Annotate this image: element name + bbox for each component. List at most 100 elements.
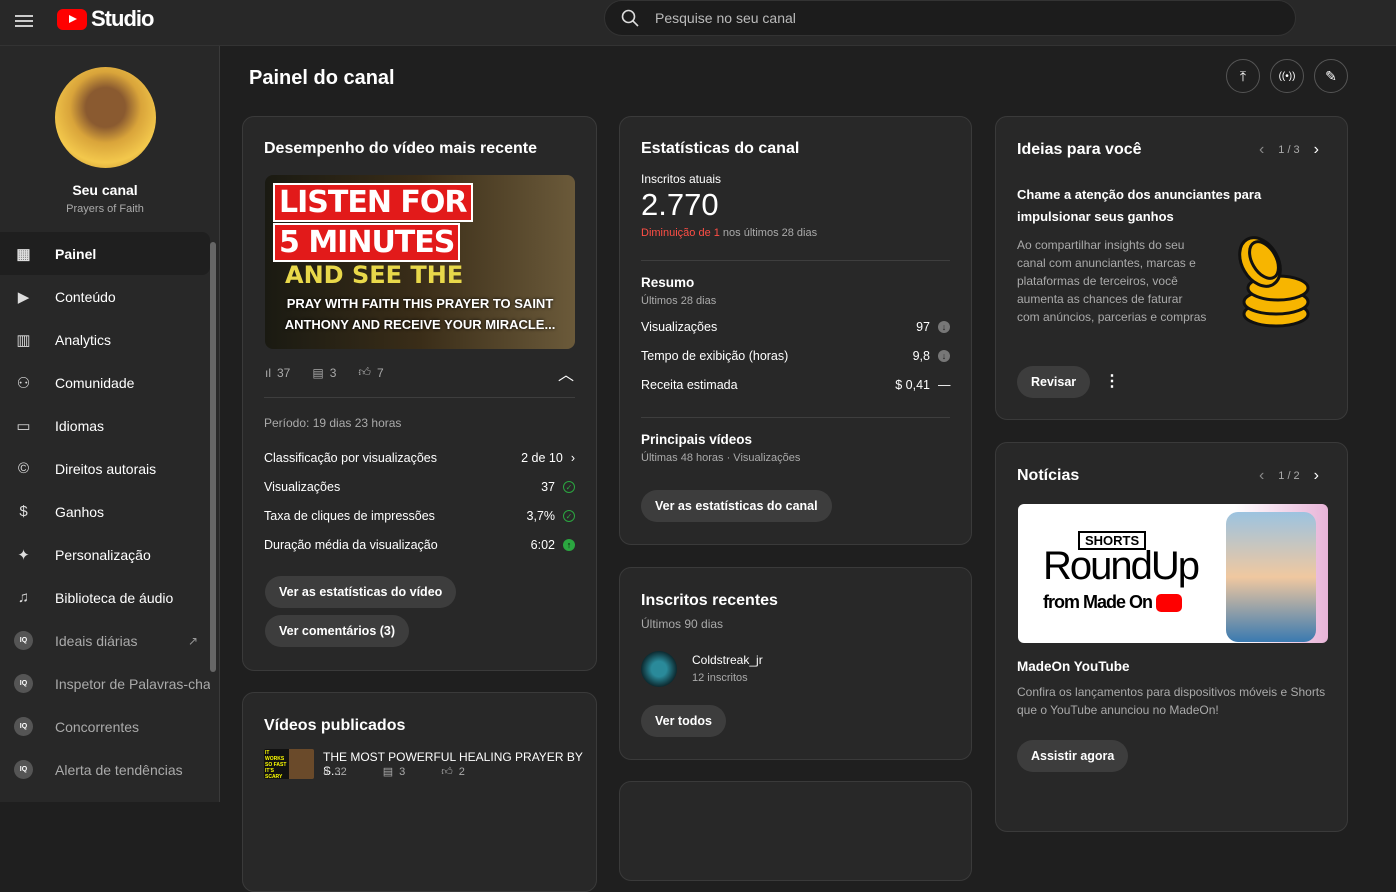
bar-chart-icon: ıl [265, 365, 271, 380]
comment-icon: ▤ [312, 365, 324, 380]
video-thumbnail[interactable]: LISTEN FOR 5 MINUTES AND SEE THE PRAY WI… [265, 175, 575, 349]
channel-label: Seu canal [72, 182, 138, 198]
recent-subscribers-card: Inscritos recentes Últimos 90 dias Colds… [619, 567, 972, 760]
arrow-down-icon: ↓ [938, 350, 950, 362]
subscriber-name[interactable]: Coldstreak_jr [692, 653, 763, 667]
news-pager: ‹ 1 / 2 › [1258, 467, 1319, 485]
sidebar-item-painel[interactable]: ▦ Painel [0, 232, 210, 275]
go-live-button[interactable]: ((•)) [1270, 59, 1304, 93]
more-card [619, 781, 972, 881]
more-options-icon[interactable]: ⋮ [1104, 371, 1120, 391]
news-banner[interactable]: SHORTS RoundUp from Made On [1018, 504, 1328, 643]
metric-avg-duration: Duração média da visualização 6:02 ↑ [264, 538, 575, 552]
channel-avatar[interactable] [55, 67, 156, 168]
video-title: PRAY WITH FAITH THIS PRAYER TO SAINT ANT… [284, 296, 556, 332]
upload-button[interactable]: ⤒ [1226, 59, 1260, 93]
chevron-right-icon: › [570, 451, 575, 465]
metric-ranking[interactable]: Classificação por visualizações 2 de 10 › [264, 451, 575, 465]
views-stat: ıl 37 [265, 365, 291, 380]
summary-views: Visualizações 97 ↓ [641, 320, 950, 334]
collapse-chevron-icon[interactable]: ︿ [558, 361, 574, 385]
metric-ctr: Taxa de cliques de impressões 3,7% ✓ [264, 509, 575, 523]
sidebar-item-personalizacao[interactable]: ✦ Personalização [0, 533, 210, 576]
iq-icon: IQ [14, 674, 33, 693]
next-icon[interactable]: › [1314, 141, 1319, 159]
arrow-up-icon: ↑ [563, 539, 575, 551]
sidebar-item-inspetor[interactable]: IQ Inspetor de Palavras-chav [0, 662, 210, 705]
likes-stat: 👍︎ 7 [358, 365, 384, 380]
channel-stats-button[interactable]: Ver as estatísticas do canal [641, 490, 832, 522]
prev-icon[interactable]: ‹ [1259, 467, 1264, 485]
news-card: Notícias ‹ 1 / 2 › SHORTS RoundUp from Mad… [995, 442, 1348, 832]
comment-icon: ▤ [382, 766, 394, 778]
arrow-down-icon: ↓ [938, 321, 950, 333]
check-circle-icon: ✓ [563, 481, 575, 493]
see-all-button[interactable]: Ver todos [641, 705, 726, 737]
search-icon [621, 9, 639, 27]
summary-revenue: Receita estimada $ 0,41— [641, 378, 951, 392]
youtube-logo-icon [57, 8, 87, 30]
search-bar[interactable] [604, 0, 1296, 36]
bar-chart-icon: ıl [323, 765, 329, 778]
dash-icon: — [938, 378, 951, 392]
sidebar-item-comunidade[interactable]: ⚇ Comunidade [0, 361, 210, 404]
page-title: Painel do canal [249, 67, 395, 89]
content-icon: ▶ [17, 288, 30, 306]
community-icon: ⚇ [16, 374, 31, 392]
sidebar-scrollbar[interactable] [210, 242, 216, 672]
dashboard-icon: ▦ [16, 245, 31, 263]
create-post-button[interactable]: ✎ [1314, 59, 1348, 93]
sidebar-item-ideias-diarias[interactable]: IQ Ideais diárias ↗ [0, 619, 210, 662]
channel-name: Prayers of Faith [66, 203, 144, 215]
iq-icon: IQ [14, 717, 33, 736]
thumbs-up-icon: 👍︎ [441, 766, 453, 778]
subscriber-change: Diminuição de 1 nos últimos 28 dias [641, 227, 818, 239]
subscriber-avatar[interactable] [641, 651, 677, 687]
subtitles-icon: ▭ [16, 417, 31, 435]
live-icon: ((•)) [1278, 70, 1296, 82]
dollar-icon: $ [19, 503, 28, 520]
sidebar-item-concorrentes[interactable]: IQ Concorrentes [0, 705, 210, 748]
sidebar-item-conteudo[interactable]: ▶ Conteúdo [0, 275, 210, 318]
studio-logo[interactable]: Studio [57, 6, 154, 32]
presenter-image [1226, 512, 1316, 642]
subscriber-count: 2.770 [641, 187, 719, 222]
magic-wand-icon: ✦ [17, 546, 30, 564]
search-input[interactable] [655, 10, 1215, 26]
sidebar-item-direitos[interactable]: © Direitos autorais [0, 447, 210, 490]
external-link-icon: ↗ [187, 633, 198, 648]
next-icon[interactable]: › [1314, 467, 1319, 485]
copyright-icon: © [17, 460, 30, 477]
ideas-card: Ideias para você ‹ 1 / 3 › Chame a atenção… [995, 116, 1348, 420]
sidebar-item-ganhos[interactable]: $ Ganhos [0, 490, 210, 533]
audio-library-icon: ♫ [17, 589, 30, 606]
iq-icon: IQ [14, 760, 33, 779]
youtube-logo-icon [1156, 593, 1183, 612]
comments-stat: ▤ 3 [312, 365, 337, 380]
published-video-thumbnail[interactable]: IT WORKS SO FAST IT'S SCARY [264, 749, 314, 779]
menu-icon[interactable] [14, 11, 34, 31]
latest-video-card: Desempenho do vídeo mais recente LISTEN … [242, 116, 597, 671]
published-videos-card: Vídeos publicados IT WORKS SO FAST IT'S … [242, 692, 597, 892]
iq-icon: IQ [14, 631, 33, 650]
summary-watch-time: Tempo de exibição (horas) 9,8 ↓ [641, 349, 950, 363]
top-bar: Studio [0, 0, 1396, 46]
prev-icon[interactable]: ‹ [1259, 141, 1264, 159]
check-circle-icon: ✓ [563, 510, 575, 522]
edit-icon: ✎ [1325, 67, 1337, 84]
sidebar-item-alerta[interactable]: IQ Alerta de tendências [0, 748, 210, 791]
comments-button[interactable]: Ver comentários (3) [265, 615, 410, 647]
sidebar-item-biblioteca[interactable]: ♫ Biblioteca de áudio [0, 576, 210, 619]
upload-icon: ⤒ [1239, 67, 1247, 84]
channel-stats-card: Estatísticas do canal Inscritos atuais 2… [619, 116, 972, 545]
sidebar: Seu canal Prayers of Faith ▦ Painel ▶ Cont… [0, 46, 220, 802]
thumbs-up-icon: 👍︎ [358, 365, 371, 379]
watch-now-button[interactable]: Assistir agora [1017, 740, 1129, 772]
sidebar-item-analytics[interactable]: ▥ Analytics [0, 318, 210, 361]
video-stats-button[interactable]: Ver as estatísticas do vídeo [265, 576, 457, 608]
analytics-icon: ▥ [16, 331, 31, 349]
sidebar-item-idiomas[interactable]: ▭ Idiomas [0, 404, 210, 447]
review-button[interactable]: Revisar [1017, 366, 1091, 398]
ideas-pager: ‹ 1 / 3 › [1258, 141, 1319, 159]
coins-icon [1238, 236, 1310, 328]
